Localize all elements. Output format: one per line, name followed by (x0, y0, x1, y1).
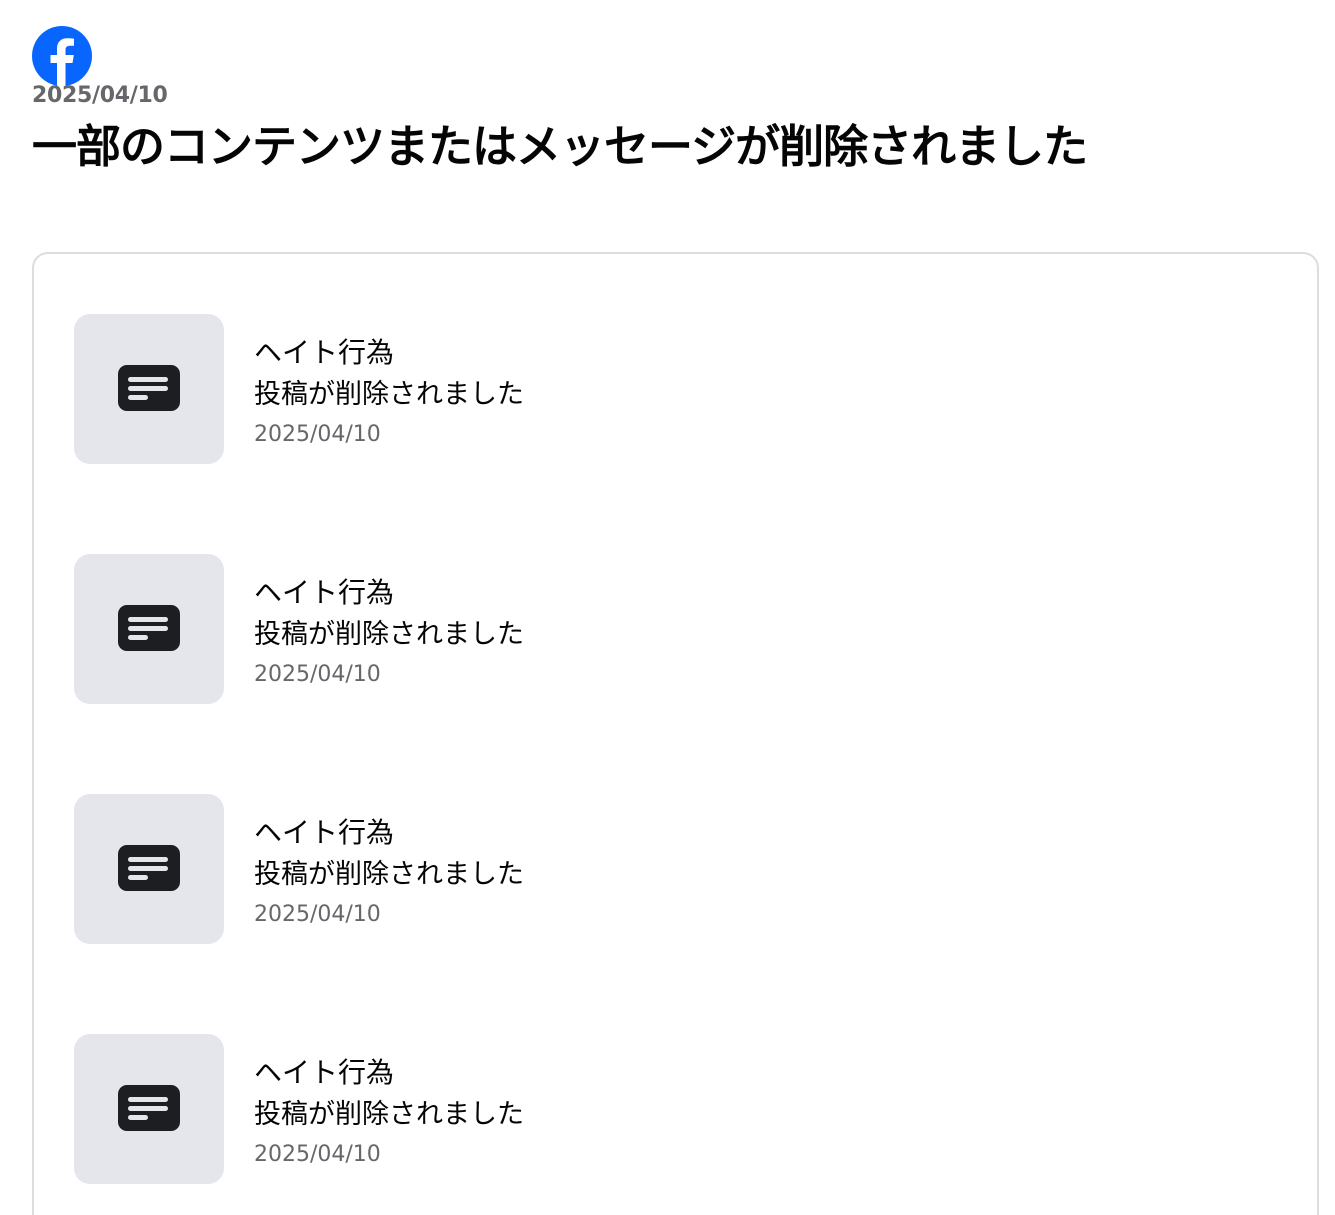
message-icon (118, 1085, 180, 1131)
item-title: ヘイト行為 (254, 1056, 395, 1089)
removed-content-list: ヘイト行為 投稿が削除されました 2025/04/10 ヘイト行為 投稿が削除さ… (32, 252, 1319, 1215)
list-item[interactable]: ヘイト行為 投稿が削除されました 2025/04/10 (74, 1034, 1274, 1184)
item-status: 投稿が削除されました (254, 1099, 524, 1130)
item-status: 投稿が削除されました (254, 379, 524, 410)
message-icon (118, 605, 180, 651)
list-item[interactable]: ヘイト行為 投稿が削除されました 2025/04/10 (74, 314, 1274, 464)
message-icon (118, 845, 180, 891)
message-icon (118, 365, 180, 411)
list-item[interactable]: ヘイト行為 投稿が削除されました 2025/04/10 (74, 794, 1274, 944)
item-date: 2025/04/10 (254, 902, 381, 927)
item-thumbnail (74, 794, 224, 944)
item-date: 2025/04/10 (254, 422, 381, 447)
item-title: ヘイト行為 (254, 816, 395, 849)
header-date: 2025/04/10 (32, 83, 168, 108)
page: 2025/04/10 一部のコンテンツまたはメッセージが削除されました ヘイト行… (0, 0, 1335, 1215)
item-date: 2025/04/10 (254, 662, 381, 687)
item-title: ヘイト行為 (254, 576, 395, 609)
item-title: ヘイト行為 (254, 336, 395, 369)
item-thumbnail (74, 1034, 224, 1184)
list-item[interactable]: ヘイト行為 投稿が削除されました 2025/04/10 (74, 554, 1274, 704)
item-thumbnail (74, 314, 224, 464)
item-status: 投稿が削除されました (254, 619, 524, 650)
facebook-logo-icon[interactable] (32, 26, 92, 86)
page-title: 一部のコンテンツまたはメッセージが削除されました (32, 120, 1088, 173)
item-status: 投稿が削除されました (254, 859, 524, 890)
item-thumbnail (74, 554, 224, 704)
item-date: 2025/04/10 (254, 1142, 381, 1167)
